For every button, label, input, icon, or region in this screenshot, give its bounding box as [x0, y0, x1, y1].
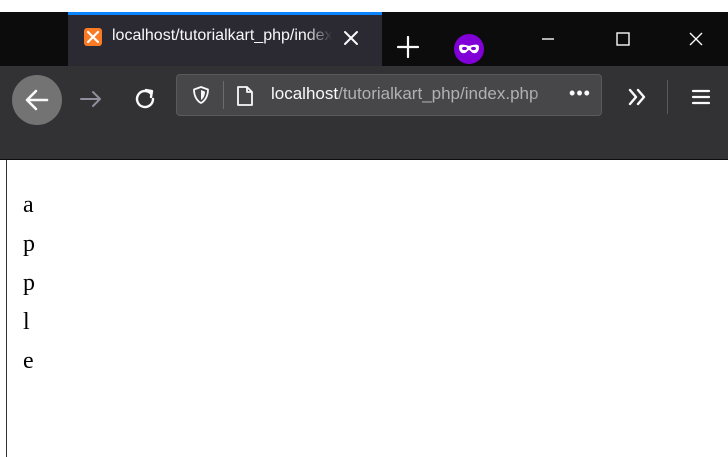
tab-bar-spacer — [0, 12, 68, 66]
browser-window: localhost/tutorialkart_php/index.php — [0, 0, 728, 457]
xampp-icon — [84, 28, 102, 46]
page-icon[interactable] — [235, 85, 255, 107]
text-line: l — [23, 309, 30, 335]
address-bar-divider — [223, 81, 224, 109]
text-line: a — [23, 192, 34, 218]
chevron-double-right-icon[interactable] — [622, 82, 652, 112]
url-path: /tutorialkart_php/index.php — [338, 84, 539, 103]
window-close-icon[interactable] — [666, 12, 726, 66]
back-arrow-icon[interactable] — [12, 75, 62, 125]
maximize-icon[interactable] — [593, 12, 653, 66]
private-browsing-mask-icon — [454, 34, 484, 64]
forward-arrow-icon[interactable] — [76, 84, 106, 114]
hamburger-menu-icon[interactable] — [686, 82, 716, 112]
text-line: p — [23, 270, 35, 296]
tab-active[interactable]: localhost/tutorialkart_php/index.php — [68, 12, 382, 66]
page-actions-more-icon[interactable]: ••• — [565, 83, 595, 105]
url-host: localhost — [271, 84, 339, 103]
tab-title: localhost/tutorialkart_php/index.php — [112, 27, 332, 45]
new-tab-plus-icon[interactable] — [393, 32, 423, 62]
address-bar[interactable]: localhost/tutorialkart_php/index.php ••• — [176, 74, 602, 116]
page-content: a p p l e — [6, 160, 728, 457]
minimize-icon[interactable] — [518, 12, 578, 66]
text-line: e — [23, 348, 34, 374]
tab-bar: localhost/tutorialkart_php/index.php — [0, 12, 728, 66]
navigation-toolbar: localhost/tutorialkart_php/index.php ••• — [0, 66, 728, 160]
reload-icon[interactable] — [130, 84, 160, 114]
url-text[interactable]: localhost/tutorialkart_php/index.php — [271, 84, 561, 104]
toolbar-divider — [667, 80, 668, 114]
text-line: p — [23, 231, 35, 257]
tracking-shield-icon[interactable] — [191, 85, 211, 105]
close-tab-icon[interactable] — [338, 25, 364, 51]
page-text: a p p l e — [23, 186, 35, 381]
